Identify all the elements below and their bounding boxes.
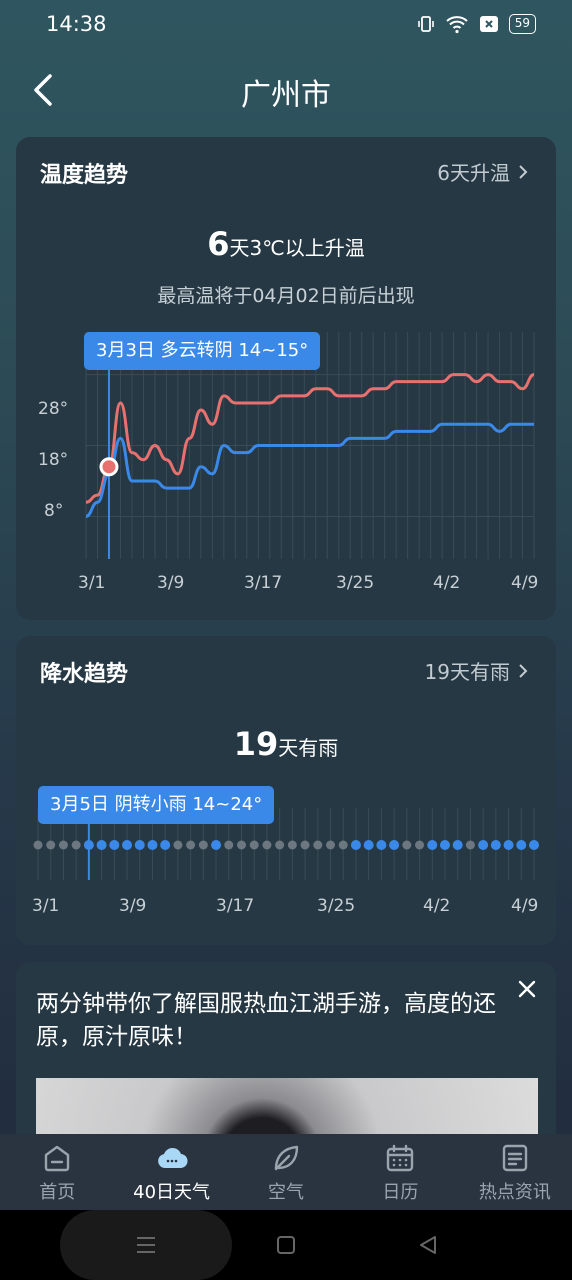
dry-day-dot [249,840,259,850]
status-icons: 59 [417,14,536,34]
rain-day-dot [350,840,361,850]
temperature-chart[interactable] [16,137,556,620]
dry-day-dot [198,840,208,850]
tab-40day-weather-label: 40日天气 [133,1182,211,1203]
dry-day-dot [58,840,68,850]
dry-day-dot [224,840,234,850]
ad-card[interactable]: 两分钟带你了解国服热血江湖手游，高度的还原，原汁原味！ [16,962,556,1162]
dry-day-dot [33,840,43,850]
menu-icon[interactable] [135,1235,157,1255]
rain-day-dot [376,840,387,850]
cloud-icon [157,1148,188,1169]
tab-hot-news-label: 热点资讯 [478,1182,551,1203]
dry-day-dot [173,840,183,850]
tab-home[interactable]: 首页 [0,1134,114,1210]
rain-tooltip: 3月5日 阴转小雨 14~24° [38,786,275,824]
precipitation-trend-card[interactable]: 降水趋势 19天有雨 19天有雨 3月5日 阴转小雨 14~24° 3/1 3/… [16,636,556,945]
dry-day-dot [287,840,297,850]
rain-day-dot [452,840,463,850]
home-icon [45,1145,70,1172]
battery-indicator: 59 [508,14,536,34]
x-axis-label: 3/17 [216,896,255,916]
rain-day-dot [389,840,400,850]
x-axis-label: 3/9 [157,573,185,593]
wifi-icon [446,16,468,34]
rain-day-dot [503,840,514,850]
dry-day-dot [313,840,323,850]
rain-day-dot [529,840,539,850]
sim-icon [479,16,498,32]
close-icon[interactable] [514,976,540,1002]
x-axis-label: 4/9 [511,573,539,593]
rain-day-dot [363,840,374,850]
header: 广州市 [0,60,572,120]
home-square-icon[interactable] [276,1235,296,1255]
rain-day-dot [427,840,438,850]
rain-day-dot [109,840,120,850]
rain-day-dot [211,840,222,850]
rain-day-dot [490,840,501,850]
dry-day-dot [46,840,56,850]
tab-air-label: 空气 [268,1182,305,1203]
tab-home-label: 首页 [39,1182,76,1203]
x-axis-label: 3/1 [78,573,106,593]
dry-day-dot [262,840,272,850]
system-navigation-bar [0,1210,572,1280]
rain-day-dot [478,840,489,850]
ad-text[interactable]: 两分钟带你了解国服热血江湖手游，高度的还原，原汁原味！ [36,988,506,1054]
dry-day-dot [186,840,196,850]
dry-day-dot [275,840,285,850]
temp-tooltip: 3月3日 多云转阴 14~15° [84,332,321,370]
leaf-icon [274,1145,299,1171]
x-axis-label: 3/9 [119,896,147,916]
status-time: 14:38 [46,12,107,36]
dry-day-dot [326,840,336,850]
x-axis-label: 4/9 [511,896,539,916]
rain-day-dot [83,840,94,850]
x-axis-label: 4/2 [423,896,451,916]
dry-day-dot [71,840,81,850]
dry-day-dot [300,840,310,850]
status-bar: 14:38 59 [0,0,572,50]
dry-day-dot [338,840,348,850]
rain-day-dot [122,840,133,850]
dry-day-dot [236,840,246,850]
dry-day-dot [402,840,412,850]
rain-day-dot [134,840,145,850]
rain-day-dot [516,840,527,850]
x-axis-label: 3/25 [336,573,375,593]
x-axis-label: 3/1 [32,896,60,916]
tab-calendar[interactable]: 日历 [343,1134,457,1210]
tab-calendar-label: 日历 [382,1182,419,1203]
city-title: 广州市 [241,78,331,113]
rain-day-dot [96,840,107,850]
rain-day-dot [439,840,450,850]
temperature-trend-card[interactable]: 温度趋势 6天升温 6天3℃以上升温 最高温将于04月02日前后出现 28° 1… [16,137,556,620]
low-temp-line [85,422,534,518]
rain-day-dot [147,840,158,850]
dry-day-dot [465,840,475,850]
selected-day-marker [99,457,119,477]
rain-day-dot [160,840,171,850]
dry-day-dot [415,840,425,850]
tab-40day-weather[interactable]: 40日天气 [114,1134,228,1210]
bottom-tab-bar: 首页 40日天气 空气 日历 热点资讯 [0,1134,572,1210]
x-axis-label: 3/25 [317,896,356,916]
tab-air[interactable]: 空气 [229,1134,343,1210]
vibrate-icon [417,16,434,32]
x-axis-label: 4/2 [433,573,461,593]
calendar-icon [387,1144,414,1172]
tab-hot-news[interactable]: 热点资讯 [458,1134,572,1210]
news-icon [502,1144,528,1172]
x-axis-label: 3/17 [244,573,283,593]
high-temp-line [85,373,535,504]
back-triangle-icon[interactable] [417,1234,439,1256]
